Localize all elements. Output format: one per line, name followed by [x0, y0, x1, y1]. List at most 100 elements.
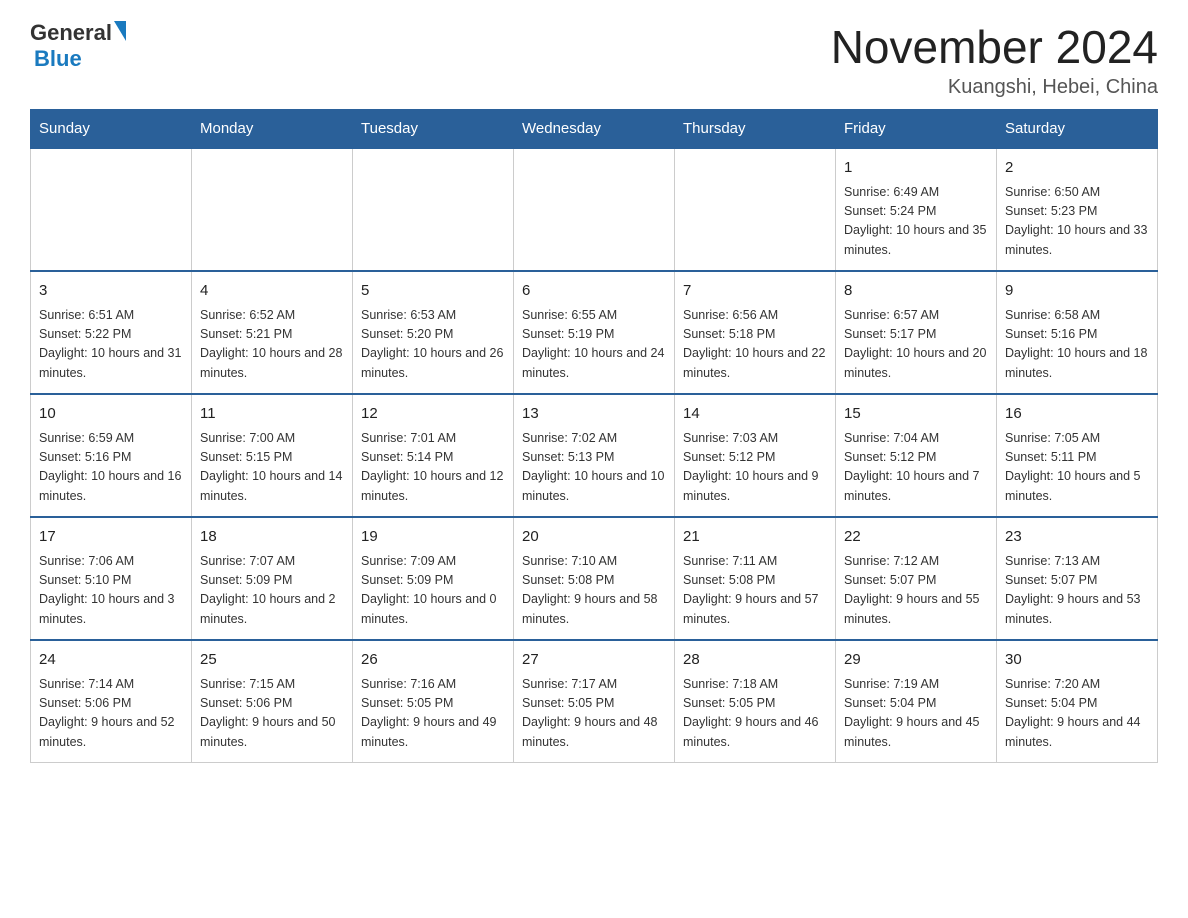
day-info: Sunrise: 7:14 AMSunset: 5:06 PMDaylight:…: [39, 675, 183, 753]
day-number: 12: [361, 403, 505, 426]
day-number: 1: [844, 157, 988, 180]
logo-triangle-icon: [114, 21, 126, 41]
calendar-cell: 8 Sunrise: 6:57 AMSunset: 5:17 PMDaylight…: [836, 271, 997, 394]
calendar-cell: 13 Sunrise: 7:02 AMSunset: 5:13 PMDayligh…: [514, 394, 675, 517]
calendar-cell: 24 Sunrise: 7:14 AMSunset: 5:06 PMDayligh…: [31, 640, 192, 763]
day-info: Sunrise: 7:15 AMSunset: 5:06 PMDaylight:…: [200, 675, 344, 753]
calendar-cell: [514, 148, 675, 271]
day-info: Sunrise: 6:50 AMSunset: 5:23 PMDaylight:…: [1005, 183, 1149, 261]
day-info: Sunrise: 7:16 AMSunset: 5:05 PMDaylight:…: [361, 675, 505, 753]
calendar-cell: 2Sunrise: 6:50 AMSunset: 5:23 PMDaylight…: [997, 148, 1158, 271]
day-info: Sunrise: 7:01 AMSunset: 5:14 PMDaylight:…: [361, 429, 505, 507]
day-info: Sunrise: 6:58 AMSunset: 5:16 PMDaylight:…: [1005, 306, 1149, 384]
day-info: Sunrise: 6:56 AMSunset: 5:18 PMDaylight:…: [683, 306, 827, 384]
calendar-cell: 23Sunrise: 7:13 AMSunset: 5:07 PMDayligh…: [997, 517, 1158, 640]
calendar-week-row: 24 Sunrise: 7:14 AMSunset: 5:06 PMDayligh…: [31, 640, 1158, 763]
day-number: 28: [683, 649, 827, 672]
day-number: 13: [522, 403, 666, 426]
day-info: Sunrise: 6:57 AMSunset: 5:17 PMDaylight:…: [844, 306, 988, 384]
calendar-week-row: 10 Sunrise: 6:59 AMSunset: 5:16 PMDayligh…: [31, 394, 1158, 517]
day-number: 14: [683, 403, 827, 426]
day-number: 25: [200, 649, 344, 672]
day-number: 17: [39, 526, 183, 549]
logo-blue: Blue: [30, 46, 126, 72]
calendar-cell: 4 Sunrise: 6:52 AMSunset: 5:21 PMDaylight…: [192, 271, 353, 394]
day-info: Sunrise: 6:49 AMSunset: 5:24 PMDaylight:…: [844, 183, 988, 261]
calendar-cell: 14Sunrise: 7:03 AMSunset: 5:12 PMDayligh…: [675, 394, 836, 517]
day-info: Sunrise: 7:17 AMSunset: 5:05 PMDaylight:…: [522, 675, 666, 753]
calendar-cell: 18Sunrise: 7:07 AMSunset: 5:09 PMDayligh…: [192, 517, 353, 640]
calendar-cell: 19 Sunrise: 7:09 AMSunset: 5:09 PMDayligh…: [353, 517, 514, 640]
day-info: Sunrise: 7:13 AMSunset: 5:07 PMDaylight:…: [1005, 552, 1149, 630]
calendar-cell: 20Sunrise: 7:10 AMSunset: 5:08 PMDayligh…: [514, 517, 675, 640]
calendar-cell: 5 Sunrise: 6:53 AMSunset: 5:20 PMDaylight…: [353, 271, 514, 394]
calendar-header-row: SundayMondayTuesdayWednesdayThursdayFrid…: [31, 110, 1158, 149]
day-number: 19: [361, 526, 505, 549]
calendar-cell: 6 Sunrise: 6:55 AMSunset: 5:19 PMDaylight…: [514, 271, 675, 394]
calendar-cell: 21 Sunrise: 7:11 AMSunset: 5:08 PMDayligh…: [675, 517, 836, 640]
day-of-week-header: Sunday: [31, 110, 192, 149]
day-info: Sunrise: 7:20 AMSunset: 5:04 PMDaylight:…: [1005, 675, 1149, 753]
day-info: Sunrise: 7:19 AMSunset: 5:04 PMDaylight:…: [844, 675, 988, 753]
day-number: 6: [522, 280, 666, 303]
day-number: 18: [200, 526, 344, 549]
day-info: Sunrise: 6:53 AMSunset: 5:20 PMDaylight:…: [361, 306, 505, 384]
page-header: General Blue November 2024 Kuangshi, Heb…: [30, 20, 1158, 99]
day-number: 24: [39, 649, 183, 672]
calendar-cell: 7 Sunrise: 6:56 AMSunset: 5:18 PMDaylight…: [675, 271, 836, 394]
calendar-cell: 30 Sunrise: 7:20 AMSunset: 5:04 PMDayligh…: [997, 640, 1158, 763]
day-info: Sunrise: 7:11 AMSunset: 5:08 PMDaylight:…: [683, 552, 827, 630]
title-section: November 2024 Kuangshi, Hebei, China: [831, 20, 1158, 99]
day-number: 5: [361, 280, 505, 303]
day-number: 8: [844, 280, 988, 303]
calendar-cell: [353, 148, 514, 271]
calendar-cell: [675, 148, 836, 271]
day-of-week-header: Thursday: [675, 110, 836, 149]
day-info: Sunrise: 6:51 AMSunset: 5:22 PMDaylight:…: [39, 306, 183, 384]
day-number: 11: [200, 403, 344, 426]
calendar-cell: 10 Sunrise: 6:59 AMSunset: 5:16 PMDayligh…: [31, 394, 192, 517]
calendar-cell: 29 Sunrise: 7:19 AMSunset: 5:04 PMDayligh…: [836, 640, 997, 763]
day-info: Sunrise: 7:05 AMSunset: 5:11 PMDaylight:…: [1005, 429, 1149, 507]
calendar-cell: 28 Sunrise: 7:18 AMSunset: 5:05 PMDayligh…: [675, 640, 836, 763]
day-number: 7: [683, 280, 827, 303]
day-number: 9: [1005, 280, 1149, 303]
day-number: 29: [844, 649, 988, 672]
day-info: Sunrise: 7:09 AMSunset: 5:09 PMDaylight:…: [361, 552, 505, 630]
day-info: Sunrise: 6:55 AMSunset: 5:19 PMDaylight:…: [522, 306, 666, 384]
calendar-cell: 22Sunrise: 7:12 AMSunset: 5:07 PMDayligh…: [836, 517, 997, 640]
calendar-cell: 12 Sunrise: 7:01 AMSunset: 5:14 PMDayligh…: [353, 394, 514, 517]
day-number: 22: [844, 526, 988, 549]
day-info: Sunrise: 7:18 AMSunset: 5:05 PMDaylight:…: [683, 675, 827, 753]
month-title: November 2024: [831, 20, 1158, 74]
day-number: 26: [361, 649, 505, 672]
calendar-week-row: 3 Sunrise: 6:51 AMSunset: 5:22 PMDaylight…: [31, 271, 1158, 394]
calendar-cell: 15Sunrise: 7:04 AMSunset: 5:12 PMDayligh…: [836, 394, 997, 517]
day-number: 10: [39, 403, 183, 426]
calendar-cell: [192, 148, 353, 271]
day-info: Sunrise: 6:52 AMSunset: 5:21 PMDaylight:…: [200, 306, 344, 384]
day-number: 27: [522, 649, 666, 672]
day-info: Sunrise: 7:02 AMSunset: 5:13 PMDaylight:…: [522, 429, 666, 507]
day-info: Sunrise: 6:59 AMSunset: 5:16 PMDaylight:…: [39, 429, 183, 507]
day-number: 4: [200, 280, 344, 303]
day-number: 30: [1005, 649, 1149, 672]
day-info: Sunrise: 7:06 AMSunset: 5:10 PMDaylight:…: [39, 552, 183, 630]
calendar-cell: 26 Sunrise: 7:16 AMSunset: 5:05 PMDayligh…: [353, 640, 514, 763]
calendar-cell: 11 Sunrise: 7:00 AMSunset: 5:15 PMDayligh…: [192, 394, 353, 517]
calendar-cell: 17 Sunrise: 7:06 AMSunset: 5:10 PMDayligh…: [31, 517, 192, 640]
logo: General Blue: [30, 20, 126, 72]
calendar-cell: 9 Sunrise: 6:58 AMSunset: 5:16 PMDaylight…: [997, 271, 1158, 394]
calendar-cell: 3 Sunrise: 6:51 AMSunset: 5:22 PMDaylight…: [31, 271, 192, 394]
calendar-cell: 16Sunrise: 7:05 AMSunset: 5:11 PMDayligh…: [997, 394, 1158, 517]
day-number: 3: [39, 280, 183, 303]
calendar-week-row: 17 Sunrise: 7:06 AMSunset: 5:10 PMDayligh…: [31, 517, 1158, 640]
day-number: 15: [844, 403, 988, 426]
logo-general: General: [30, 20, 112, 46]
day-info: Sunrise: 7:00 AMSunset: 5:15 PMDaylight:…: [200, 429, 344, 507]
calendar-cell: 27 Sunrise: 7:17 AMSunset: 5:05 PMDayligh…: [514, 640, 675, 763]
day-of-week-header: Tuesday: [353, 110, 514, 149]
day-of-week-header: Wednesday: [514, 110, 675, 149]
day-number: 21: [683, 526, 827, 549]
day-of-week-header: Monday: [192, 110, 353, 149]
